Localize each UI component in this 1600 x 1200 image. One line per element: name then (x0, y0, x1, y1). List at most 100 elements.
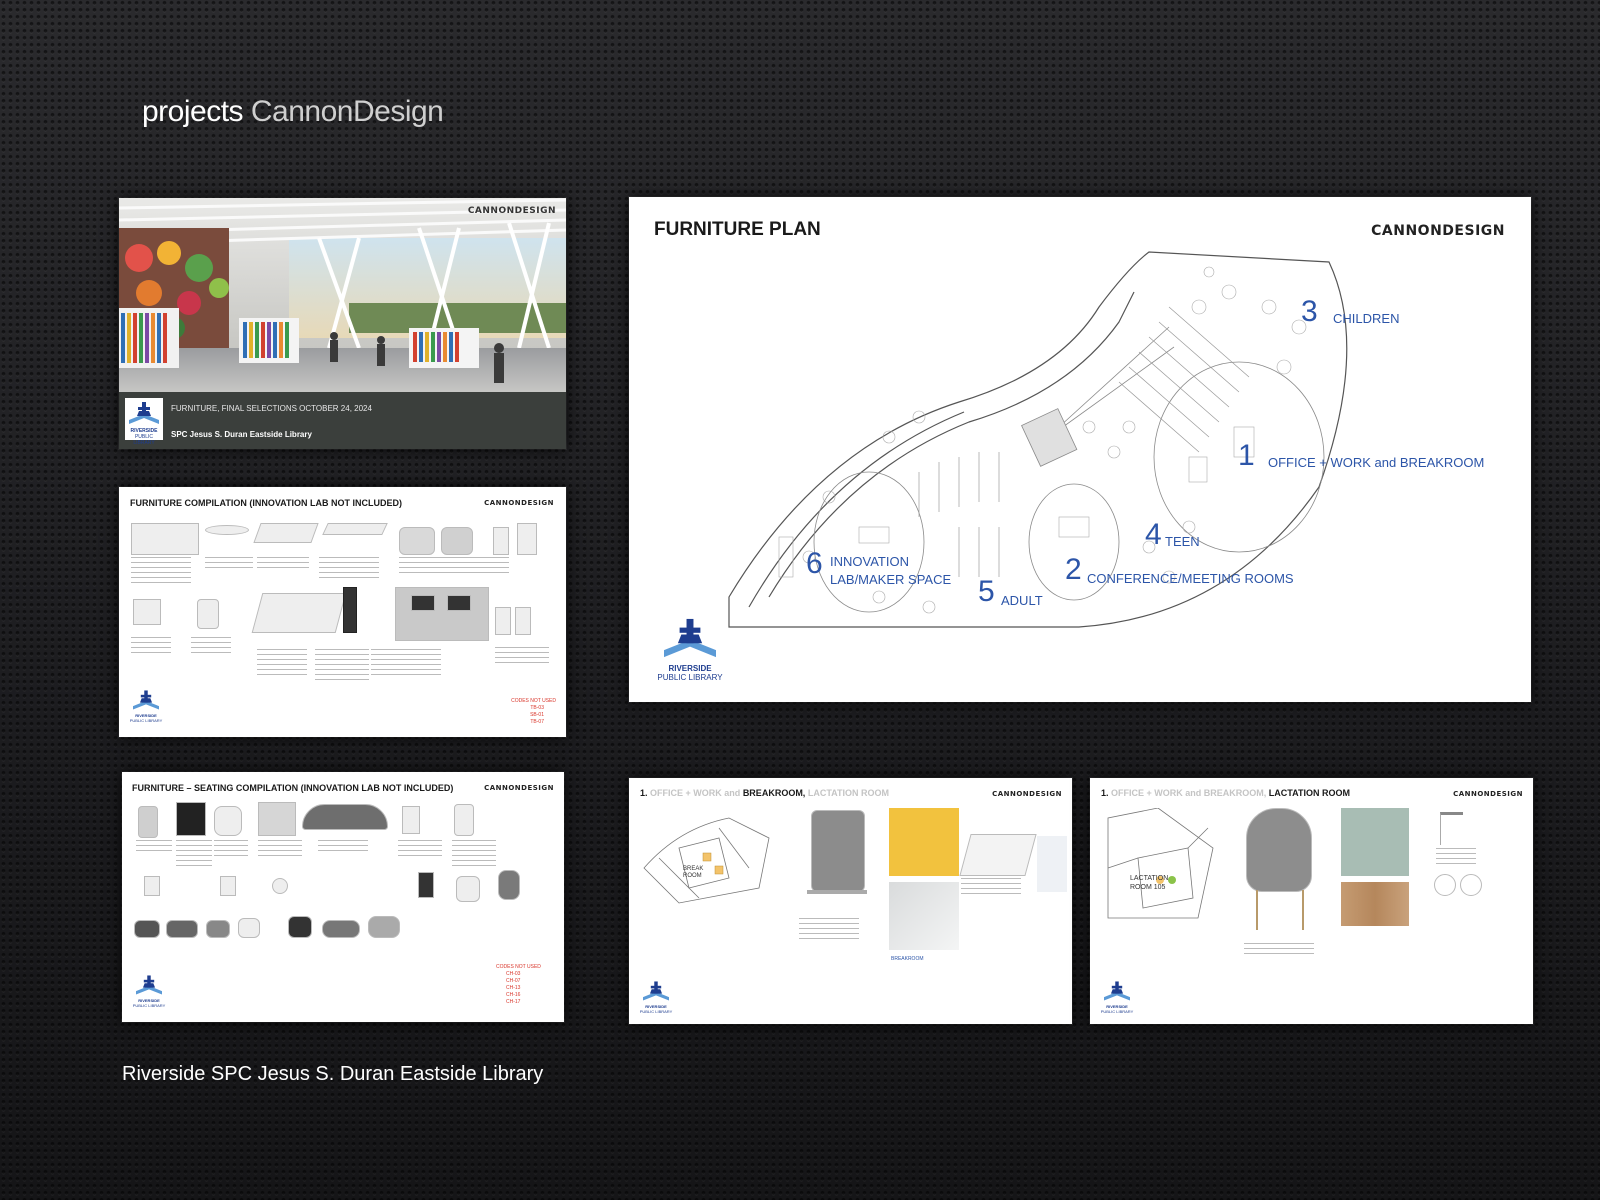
furniture-round-table (205, 525, 249, 535)
swatch-white (1037, 836, 1067, 892)
breakroom-plan (643, 817, 770, 904)
furniture-bin (515, 607, 531, 635)
breakroom-title-gray1: OFFICE + WORK and (650, 788, 741, 798)
chair-legs (1256, 890, 1304, 930)
lactation-brand: CANNONDESIGN (1453, 790, 1523, 798)
spec-text (191, 637, 231, 653)
furniture-monitor (411, 595, 435, 611)
logo-line2: PUBLIC LIBRARY (639, 1009, 673, 1014)
cover-brand: CANNONDESIGN (467, 206, 556, 216)
furniture-cube (197, 599, 219, 629)
spec-text (131, 557, 191, 583)
compilation-title: FURNITURE COMPILATION (INNOVATION LAB NO… (130, 498, 402, 508)
pouf (238, 918, 260, 938)
seating-code: CH-03 (506, 971, 521, 977)
room-label-adult: ADULT (1001, 593, 1043, 608)
spec-text (257, 557, 309, 571)
spec-text (1244, 943, 1314, 957)
spec-text (176, 840, 212, 870)
breakroom-title-num: 1. (640, 788, 648, 798)
library-logo-icon (136, 975, 162, 995)
spec-text (214, 840, 248, 860)
furniture-monitor (447, 595, 471, 611)
breakroom-plan-label: BREAK ROOM (683, 866, 704, 879)
spec-text (452, 840, 496, 868)
chair-dining (418, 872, 434, 898)
pouf (368, 916, 400, 938)
furniture-workstation (395, 587, 489, 641)
spec-text (961, 878, 1021, 898)
room-label-innovation-2: LAB/MAKER SPACE (830, 572, 952, 587)
seating-code: CH-17 (506, 999, 521, 1005)
logo-line2: PUBLIC LIBRARY (657, 673, 723, 682)
compilation-code: TB-03 (530, 705, 544, 711)
lactation-plan-label: LACTATION ROOM 105 (1130, 875, 1169, 891)
seating-brand: CANNONDESIGN (484, 784, 554, 792)
spec-text (398, 840, 442, 860)
compilation-codes-label: CODES NOT USED (511, 698, 556, 704)
chair-stool (220, 876, 236, 896)
furniture-bin (495, 607, 511, 635)
logo-line2: PUBLIC LIBRARY (1100, 1009, 1134, 1014)
swatch-yellow (889, 808, 959, 876)
material-circle (1434, 874, 1456, 896)
chair-swivel (454, 804, 474, 836)
room-num-children: 3 (1301, 295, 1318, 328)
room-num-conference: 2 (1065, 553, 1082, 586)
breakroom-title-gray2: LACTATION ROOM (807, 788, 889, 798)
lactation-title-num: 1. (1101, 788, 1109, 798)
heading-light: CannonDesign (250, 95, 444, 128)
floor-plan-drawing (728, 251, 1348, 628)
lactation-title: 1. OFFICE + WORK and BREAKROOM, LACTATIO… (1101, 788, 1350, 798)
chair-dark-square (176, 802, 206, 836)
heading-bold: projects (142, 95, 244, 128)
room-num-innovation: 6 (806, 547, 823, 580)
library-logo-icon (133, 690, 159, 710)
spec-text (131, 637, 171, 657)
spec-text (371, 649, 441, 679)
spec-text (315, 649, 369, 681)
swatch-silver (889, 882, 959, 950)
furniture-cabinet (343, 587, 357, 633)
chair-lounge-high-back (1246, 808, 1312, 892)
logo-line2: PUBLIC LIBRARY (129, 718, 163, 723)
seating-code: CH-16 (506, 992, 521, 998)
swatch-sage (1341, 808, 1409, 876)
furniture-stool (493, 527, 509, 555)
slide-furniture-plan[interactable]: FURNITURE PLAN CANNONDESIGN 3 CHILDREN 1… (629, 197, 1531, 702)
furniture-credenza (131, 523, 199, 555)
chair-stool (144, 876, 160, 896)
cover-footer-bar (119, 392, 566, 449)
breakroom-title: 1. OFFICE + WORK and BREAKROOM, LACTATIO… (640, 788, 889, 798)
spec-text (319, 557, 379, 579)
chair-bench (258, 802, 296, 836)
slide-seating-compilation[interactable]: FURNITURE – SEATING COMPILATION (INNOVAT… (122, 772, 564, 1022)
chair-lounge (214, 806, 242, 836)
breakroom-brand: CANNONDESIGN (992, 790, 1062, 798)
furniture-chair-white (517, 523, 537, 555)
spec-text (136, 840, 172, 854)
page-heading: projects CannonDesign (142, 95, 444, 129)
lactation-plan (1107, 808, 1214, 919)
cover-logo: RIVERSIDE PUBLIC LIBRARY (125, 398, 163, 446)
swatch-wood (1341, 882, 1409, 926)
cover-rendering (119, 198, 566, 392)
room-num-office: 1 (1238, 439, 1255, 472)
slide-lactation-room[interactable]: 1. OFFICE + WORK and BREAKROOM, LACTATIO… (1090, 778, 1533, 1024)
logo-line2: PUBLIC LIBRARY (132, 1003, 166, 1008)
pouf (166, 920, 198, 938)
compilation-brand: CANNONDESIGN (484, 499, 554, 507)
furniture-rect-table (253, 523, 319, 543)
seating-codes-label: CODES NOT USED (496, 964, 541, 970)
slide-furniture-compilation[interactable]: FURNITURE COMPILATION (INNOVATION LAB NO… (119, 487, 566, 737)
pouf (322, 920, 360, 938)
chair-white (402, 806, 420, 834)
pouf (206, 920, 230, 938)
pouf (288, 916, 312, 938)
room-label-teen: TEEN (1165, 534, 1200, 549)
breakroom-link[interactable]: BREAKROOM (891, 956, 924, 962)
table-rect (959, 834, 1037, 876)
slide-cover[interactable]: CANNONDESIGN RIVERSIDE PUBLIC LIBRARY FU… (119, 198, 566, 449)
slide-breakroom[interactable]: 1. OFFICE + WORK and BREAKROOM, LACTATIO… (629, 778, 1072, 1024)
breakroom-logo: RIVERSIDE PUBLIC LIBRARY (639, 978, 673, 1016)
